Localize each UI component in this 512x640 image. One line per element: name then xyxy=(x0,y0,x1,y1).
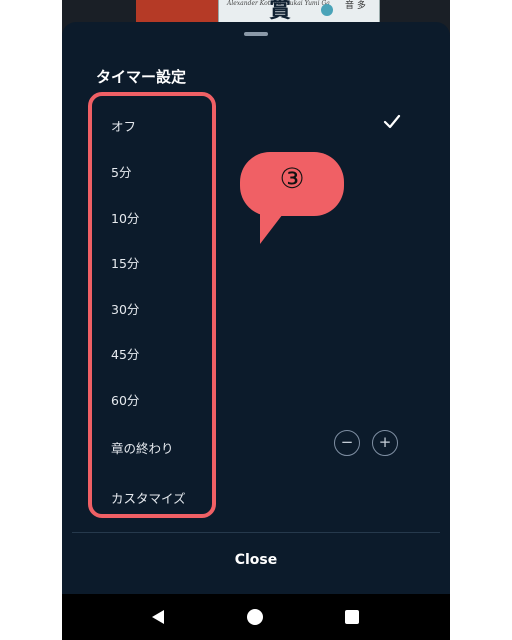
book-side-chars: 音 多 xyxy=(345,1,366,11)
check-icon xyxy=(383,114,401,129)
decrease-button[interactable]: − xyxy=(334,430,360,456)
book-decoration xyxy=(321,4,333,16)
annotation-highlight-box xyxy=(88,92,216,518)
book-title-char: 賞 xyxy=(269,0,292,23)
nav-back-icon[interactable] xyxy=(150,609,166,625)
system-nav-bar xyxy=(62,594,450,640)
annotation-step-number: ③ xyxy=(279,162,305,195)
nav-home-icon[interactable] xyxy=(247,609,263,625)
sheet-drag-handle[interactable] xyxy=(244,32,268,36)
close-button[interactable]: Close xyxy=(62,548,450,572)
divider xyxy=(72,532,440,533)
sheet-title: タイマー設定 xyxy=(96,68,187,86)
book-cover-inner: Alexander Kotoba Tsukai Yumi Ga 賞 音 多 xyxy=(218,0,380,23)
nav-recents-icon[interactable] xyxy=(345,610,359,624)
increase-button[interactable]: + xyxy=(372,430,398,456)
